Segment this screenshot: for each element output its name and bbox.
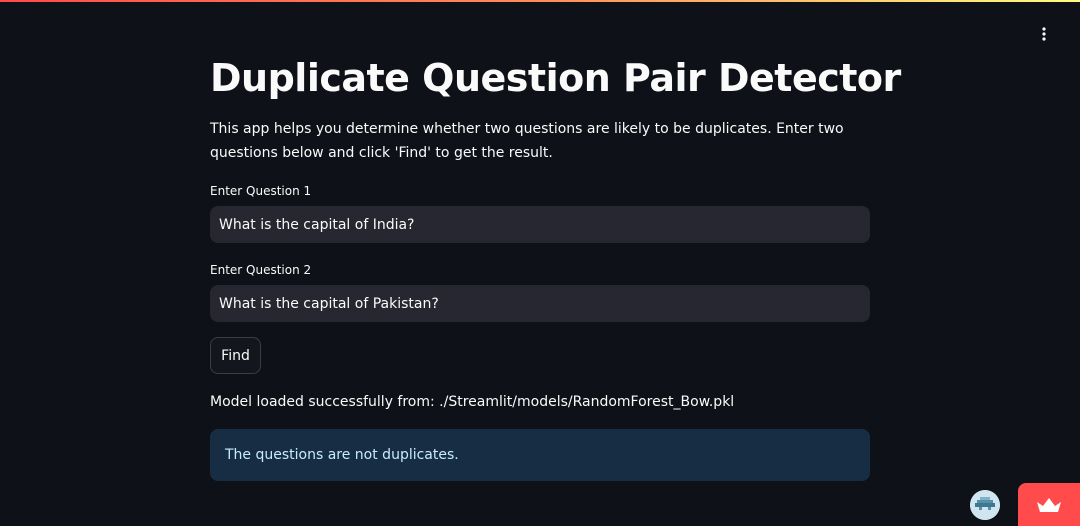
result-info-box: The questions are not duplicates. — [210, 429, 870, 481]
streamlit-crown-icon — [1037, 497, 1061, 512]
model-status-message: Model loaded successfully from: ./Stream… — [210, 394, 735, 410]
question2-label: Enter Question 2 — [210, 263, 312, 277]
question1-label: Enter Question 1 — [210, 184, 312, 198]
streamlit-badge[interactable] — [1018, 483, 1080, 526]
top-decoration-bar — [0, 0, 1080, 2]
result-message: The questions are not duplicates. — [225, 447, 459, 463]
question1-input[interactable]: What is the capital of India? — [210, 206, 870, 243]
page-title: Duplicate Question Pair Detector — [210, 56, 901, 100]
main-menu-button[interactable] — [1030, 22, 1058, 46]
user-avatar-icon — [970, 490, 1000, 520]
kebab-menu-icon — [1042, 27, 1046, 41]
find-button[interactable]: Find — [210, 337, 261, 374]
app-description: This app helps you determine whether two… — [210, 121, 844, 161]
question2-input[interactable]: What is the capital of Pakistan? — [210, 285, 870, 322]
user-avatar[interactable] — [970, 490, 1000, 520]
